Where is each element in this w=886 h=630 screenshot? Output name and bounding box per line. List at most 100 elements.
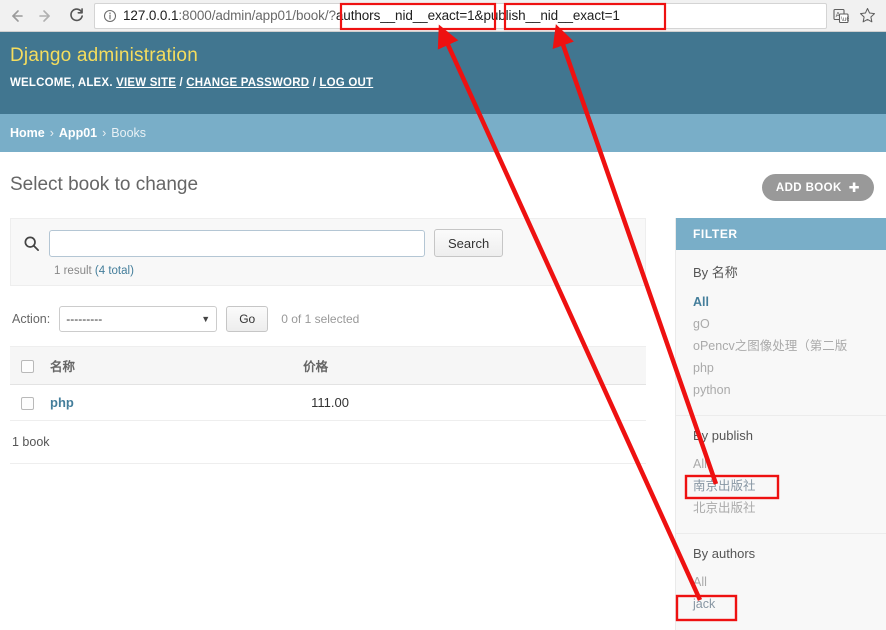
filter-group-publish: By publish All 南京出版社 北京出版社 [676, 416, 886, 534]
results-table-head: 名称 价格 [10, 346, 646, 385]
user-tools: WELCOME, ALEX. VIEW SITE / CHANGE PASSWO… [10, 77, 846, 89]
row-select-cell[interactable] [10, 384, 42, 422]
filter-item-publish-nanjing[interactable]: 南京出版社 [693, 475, 886, 497]
plus-icon: ✚ [848, 180, 860, 195]
results-table: 名称 价格 php 111.00 [10, 346, 646, 422]
filter-group-authors: By authors All jack [676, 534, 886, 629]
filter-link-name-go[interactable]: gO [693, 313, 710, 335]
url-host: 127.0.0.1 [123, 8, 179, 23]
result-total-link[interactable]: (4 total) [95, 265, 134, 277]
welcome-dot: . [109, 77, 113, 89]
results-table-body: php 111.00 [10, 384, 646, 422]
cell-price: 111.00 [303, 384, 646, 422]
filter-group-name: By 名称 All gO oPencv之图像处理（第二版 php python [676, 250, 886, 416]
filter-item-name-opencv[interactable]: oPencv之图像处理（第二版 [693, 335, 886, 357]
breadcrumb-home[interactable]: Home [10, 126, 45, 140]
filter-list-name: All gO oPencv之图像处理（第二版 php python [693, 291, 886, 401]
browser-nav-buttons [0, 2, 90, 30]
url-param-authors: authors__nid__exact=1 [335, 8, 475, 23]
filter-item-name-all[interactable]: All [693, 291, 886, 313]
column-header-price[interactable]: 价格 [303, 346, 646, 385]
view-site-link[interactable]: VIEW SITE [116, 77, 176, 89]
breadcrumb-sep-2: › [102, 126, 107, 140]
search-input[interactable] [49, 229, 425, 257]
filter-item-authors-all[interactable]: All [693, 571, 886, 593]
select-all-checkbox[interactable] [21, 359, 34, 373]
user-tools-sep-1: / [179, 77, 183, 89]
welcome-text: WELCOME, [10, 77, 75, 89]
log-out-link[interactable]: LOG OUT [319, 77, 373, 89]
site-title: Django administration [10, 45, 198, 66]
table-header-row: 名称 价格 [10, 346, 646, 385]
forward-button[interactable] [32, 2, 60, 30]
go-button[interactable]: Go [226, 306, 269, 332]
username: ALEX [77, 77, 110, 89]
screenshot-root: 127.0.0.1:8000/admin/app01/book/?authors… [0, 0, 886, 630]
search-icon [23, 235, 40, 252]
filter-item-publish-all[interactable]: All [693, 453, 886, 475]
browser-toolbar: 127.0.0.1:8000/admin/app01/book/?authors… [0, 0, 886, 32]
page-header: Select book to change ADD BOOK ✚ [0, 152, 886, 218]
filter-item-publish-beijing[interactable]: 北京出版社 [693, 497, 886, 519]
user-tools-sep-2: / [312, 77, 317, 89]
table-row: php 111.00 [10, 384, 646, 422]
filter-link-name-all[interactable]: All [693, 291, 709, 313]
filter-link-publish-all[interactable]: All [693, 453, 707, 475]
filter-item-name-go[interactable]: gO [693, 313, 886, 335]
result-count-text: 1 result [54, 265, 92, 277]
search-row: Search [23, 229, 633, 257]
address-bar[interactable]: 127.0.0.1:8000/admin/app01/book/?authors… [94, 2, 827, 29]
filter-link-publish-beijing[interactable]: 北京出版社 [693, 497, 756, 519]
cell-name: php [42, 384, 304, 422]
address-bar-url[interactable]: 127.0.0.1:8000/admin/app01/book/?authors… [123, 8, 620, 23]
book-link[interactable]: php [50, 395, 74, 410]
filter-link-name-python[interactable]: python [693, 379, 731, 401]
filter-link-authors-jack[interactable]: jack [693, 593, 715, 615]
search-result-count: 1 result (4 total) [54, 265, 633, 277]
filter-heading-publish: By publish [693, 428, 753, 443]
add-book-button[interactable]: ADD BOOK ✚ [761, 174, 874, 201]
filter-link-publish-nanjing[interactable]: 南京出版社 [693, 475, 756, 497]
changelist-filter: FILTER By 名称 All gO oPencv之图像处理（第二版 php [675, 218, 886, 630]
filter-heading-authors: By authors [693, 546, 756, 561]
filter-title: FILTER [676, 218, 886, 250]
action-label: Action: [12, 312, 51, 326]
url-param-publish: publish__nid__exact=1 [483, 8, 620, 23]
search-button[interactable]: Search [434, 229, 504, 257]
page-title: Select book to change [10, 174, 199, 195]
filter-item-authors-jack[interactable]: jack [693, 593, 886, 615]
pagination-summary: 1 book [12, 435, 50, 450]
star-icon[interactable] [859, 7, 876, 24]
reload-button[interactable] [62, 2, 90, 30]
select-all-header[interactable] [10, 346, 42, 385]
filter-link-authors-all[interactable]: All [693, 571, 707, 593]
breadcrumb: Home › App01 › Books [0, 114, 886, 152]
footer-divider [10, 463, 646, 465]
filter-heading-name: By 名称 [693, 265, 738, 280]
add-book-label: ADD BOOK [775, 181, 842, 194]
changelist-main: Search 1 result (4 total) Action: ------… [10, 218, 646, 465]
django-header: Django administration WELCOME, ALEX. VIE… [0, 32, 886, 114]
breadcrumb-app01[interactable]: App01 [59, 126, 97, 140]
translate-icon[interactable]: A \u6587 [833, 8, 849, 24]
action-select[interactable]: --------- [59, 306, 218, 332]
selection-status: 0 of 1 selected [281, 312, 360, 326]
back-button[interactable] [2, 2, 30, 30]
filter-list-publish: All 南京出版社 北京出版社 [693, 453, 886, 519]
actions-bar: Action: --------- ▼ Go 0 of 1 selected [10, 286, 646, 346]
filter-item-name-php[interactable]: php [693, 357, 886, 379]
filter-list-authors: All jack [693, 571, 886, 615]
filter-link-name-opencv[interactable]: oPencv之图像处理（第二版 [693, 335, 847, 357]
filter-link-name-php[interactable]: php [693, 357, 714, 379]
breadcrumb-books: Books [111, 126, 147, 140]
column-header-name[interactable]: 名称 [42, 346, 304, 385]
change-password-link[interactable]: CHANGE PASSWORD [186, 77, 309, 89]
url-path: :8000/admin/app01/book/? [178, 8, 336, 23]
object-tools: ADD BOOK ✚ [761, 174, 874, 201]
row-checkbox[interactable] [21, 397, 34, 411]
info-circle-icon[interactable] [103, 9, 117, 23]
browser-right-icons: A \u6587 [833, 7, 886, 24]
breadcrumb-sep-1: › [49, 126, 54, 140]
svg-text:\u6587: \u6587 [841, 15, 849, 22]
filter-item-name-python[interactable]: python [693, 379, 886, 401]
